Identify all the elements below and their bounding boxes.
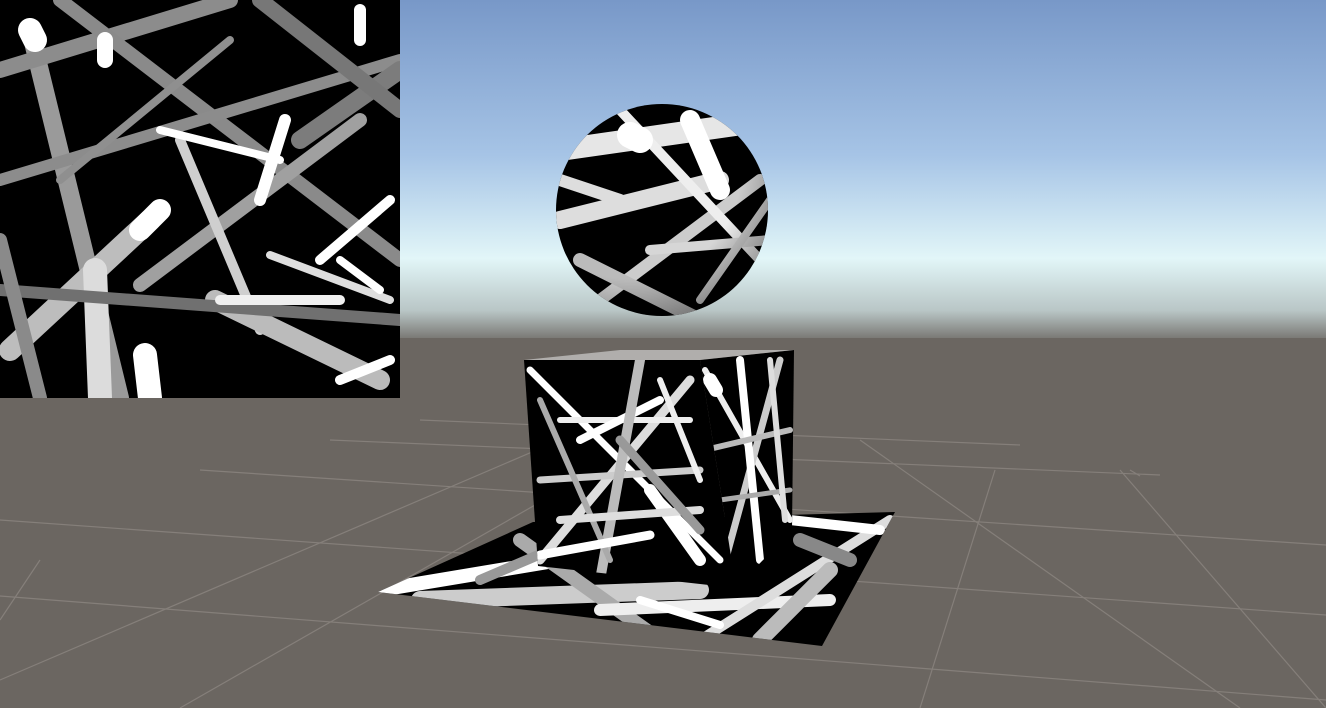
scene-viewport[interactable] xyxy=(0,0,1326,708)
texture-preview xyxy=(0,0,400,398)
textured-cube[interactable] xyxy=(524,350,794,588)
texture-preview-image xyxy=(0,0,400,398)
